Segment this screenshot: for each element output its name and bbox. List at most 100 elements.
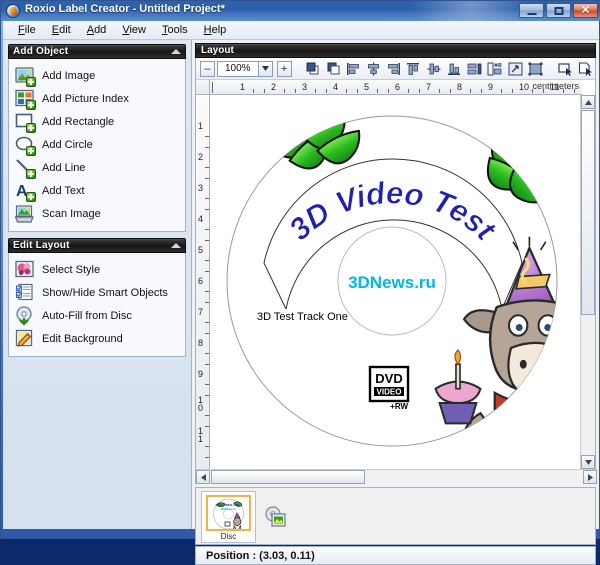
thumbnail-item-disc[interactable]: 3D Video Test 3DNews.ru Disc xyxy=(201,491,256,543)
ruler-minor-tick xyxy=(263,89,265,93)
panel-group-add-object: Add Object Add Image Add Picture Index Add … xyxy=(8,44,186,232)
horizontal-scroll-thumb[interactable] xyxy=(211,470,365,484)
task-item-add-picture-index[interactable]: Add Picture Index xyxy=(11,87,183,110)
menu-item-help[interactable]: Help xyxy=(196,22,235,38)
bring-to-front-icon[interactable] xyxy=(304,60,322,78)
panel-group-body: Select Style Show/Hide Smart Objects Auto-… xyxy=(8,253,186,357)
layout-pane: Layout – 100% + centimeters 1 2 3 4 5 6 … xyxy=(192,40,599,565)
ruler-minor-tick xyxy=(563,89,565,93)
ruler-minor-tick xyxy=(205,239,209,241)
distribute-horizontal-icon[interactable] xyxy=(465,60,483,78)
task-item-add-image[interactable]: Add Image xyxy=(11,64,183,87)
ruler-tick-label: 5 xyxy=(198,245,204,255)
vertical-scroll-thumb[interactable] xyxy=(581,110,595,315)
ruler-minor-tick xyxy=(205,384,209,386)
task-item-scan-image[interactable]: Scan Image xyxy=(11,202,183,225)
chevron-up-icon[interactable] xyxy=(171,49,181,54)
task-item-label: Auto-Fill from Disc xyxy=(42,309,132,322)
menu-item-add[interactable]: Add xyxy=(79,22,115,38)
send-to-back-icon[interactable] xyxy=(324,60,342,78)
disc-track-text: 3D Test Track One xyxy=(257,311,348,323)
menu-item-tools[interactable]: Tools xyxy=(154,22,196,38)
resize-icon[interactable] xyxy=(506,60,524,78)
zoom-out-button[interactable]: – xyxy=(200,60,215,77)
task-item-add-circle[interactable]: Add Circle xyxy=(11,133,183,156)
ruler-tick-label: 1 xyxy=(240,82,246,92)
position-status-text: Position : (3.03, 0.11) xyxy=(206,549,315,562)
ruler-minor-tick xyxy=(573,89,575,93)
ruler-tick-label: 3 xyxy=(302,82,308,92)
circle-add-icon xyxy=(15,135,36,156)
task-item-add-text[interactable]: A Add Text xyxy=(11,179,183,202)
task-item-edit-background[interactable]: Edit Background xyxy=(11,327,183,350)
ruler-minor-tick xyxy=(532,89,534,93)
select-page-icon[interactable] xyxy=(577,60,595,78)
application-window: Roxio Label Creator - Untitled Project* … xyxy=(0,0,600,565)
canvas-horizontal-scrollbar[interactable] xyxy=(196,469,597,484)
smart-objects-icon xyxy=(15,283,35,303)
ruler-tick-label: 6 xyxy=(395,82,401,92)
zoom-value-input[interactable]: 100% xyxy=(216,60,259,77)
ruler-minor-tick xyxy=(205,332,209,334)
align-middle-icon[interactable] xyxy=(425,60,443,78)
label-canvas[interactable]: 3D Video Test 3DNews.ru 3D Test Track On… xyxy=(210,95,582,469)
ruler-minor-tick xyxy=(542,89,544,93)
scroll-right-button[interactable] xyxy=(583,470,597,484)
scroll-up-button[interactable] xyxy=(581,95,595,109)
canvas-vertical-scrollbar[interactable] xyxy=(580,95,595,469)
menu-item-file[interactable]: File xyxy=(10,22,44,38)
ruler-minor-tick xyxy=(325,89,327,93)
task-item-add-line[interactable]: Add Line xyxy=(11,156,183,179)
client-area: Add Object Add Image Add Picture Index Add … xyxy=(3,40,599,565)
roxio-disc-icon xyxy=(6,4,20,18)
ruler-minor-tick xyxy=(205,260,209,262)
minimize-button[interactable] xyxy=(519,3,544,18)
chevron-up-icon[interactable] xyxy=(171,243,181,248)
ruler-minor-tick xyxy=(501,89,503,93)
menu-item-view[interactable]: View xyxy=(114,22,154,38)
svg-text:3DNews.ru: 3DNews.ru xyxy=(221,507,237,511)
align-top-icon[interactable] xyxy=(405,60,423,78)
ruler-tick-label: 3 xyxy=(198,183,204,193)
panel-group-header[interactable]: Edit Layout xyxy=(8,238,186,253)
ruler-minor-tick xyxy=(205,301,209,303)
page-thumbnail-strip: 3D Video Test 3DNews.ru Disc xyxy=(195,487,596,545)
task-item-select-style[interactable]: Select Style xyxy=(11,258,183,281)
vertical-ruler: 1 2 3 4 5 6 7 8 9 10 11 xyxy=(196,95,210,469)
ruler-tick-label: 9 xyxy=(488,82,494,92)
task-item-auto-fill-from-disc[interactable]: Auto-Fill from Disc xyxy=(11,304,183,327)
maximize-button[interactable] xyxy=(546,3,571,18)
align-center-icon[interactable] xyxy=(364,60,382,78)
group-objects-icon[interactable] xyxy=(526,60,544,78)
menu-item-edit[interactable]: Edit xyxy=(44,22,79,38)
chevron-down-icon[interactable] xyxy=(258,60,273,77)
close-icon: ✕ xyxy=(580,4,591,16)
ruler-minor-tick xyxy=(205,363,209,365)
ruler-minor-tick xyxy=(449,89,451,93)
scroll-left-button[interactable] xyxy=(196,470,210,484)
panel-group-title: Edit Layout xyxy=(13,240,70,251)
ruler-minor-tick xyxy=(205,456,209,458)
ruler-minor-tick xyxy=(205,425,209,427)
distribute-vertical-icon[interactable] xyxy=(486,60,504,78)
task-item-label: Add Picture Index xyxy=(42,92,129,105)
picture-index-add-icon xyxy=(15,89,36,110)
add-page-icon[interactable] xyxy=(264,506,288,528)
task-item-label: Add Line xyxy=(42,161,86,174)
close-button[interactable]: ✕ xyxy=(573,3,598,18)
scroll-down-button[interactable] xyxy=(581,455,595,469)
layout-header: Layout xyxy=(195,43,596,58)
align-left-icon[interactable] xyxy=(344,60,362,78)
align-bottom-icon[interactable] xyxy=(445,60,463,78)
svg-text:VIDEO: VIDEO xyxy=(377,388,402,397)
zoom-in-button[interactable]: + xyxy=(276,60,292,77)
ruler-tick-label: 2 xyxy=(198,152,204,162)
disc-subtitle-text: 3DNews.ru xyxy=(348,273,436,292)
panel-group-header[interactable]: Add Object xyxy=(8,44,186,59)
task-item-show-hide-smart-objects[interactable]: Show/Hide Smart Objects xyxy=(11,281,183,304)
task-item-add-rectangle[interactable]: Add Rectangle xyxy=(11,110,183,133)
ruler-tick-label: 7 xyxy=(198,307,204,317)
select-object-icon[interactable] xyxy=(557,60,575,78)
align-right-icon[interactable] xyxy=(385,60,403,78)
ruler-minor-tick xyxy=(205,229,209,231)
